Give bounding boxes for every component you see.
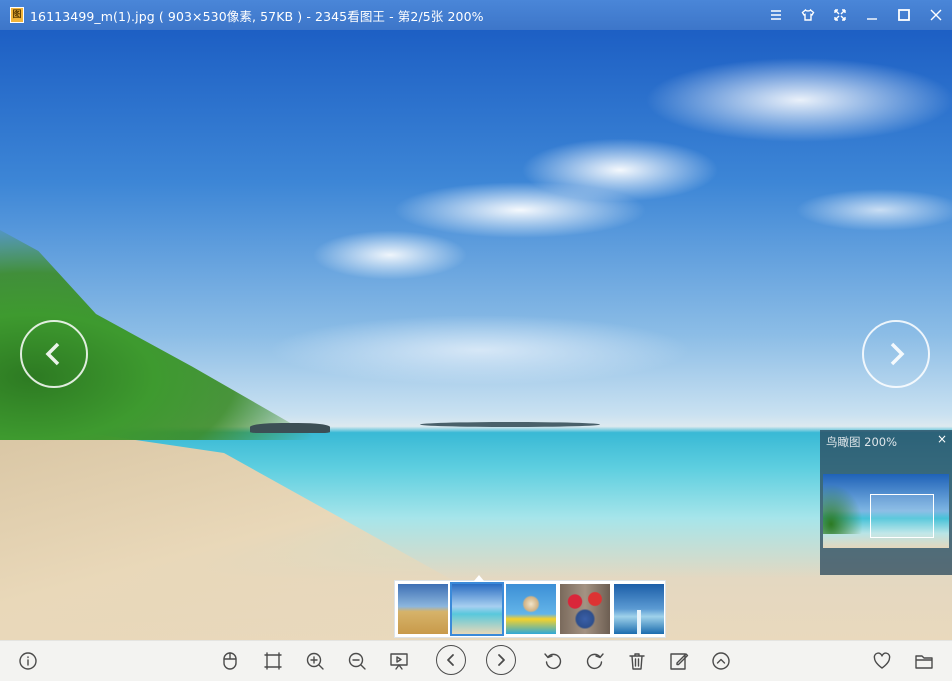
edit-icon: [670, 653, 689, 670]
chevron-left-icon: [45, 342, 60, 366]
open-folder-icon: [915, 655, 933, 669]
shore-rocks: [250, 423, 330, 433]
thumbnail-beach-selected[interactable]: [450, 582, 504, 636]
menu-icon: [771, 10, 781, 20]
title-bar: 图 16113499_m(1).jpg ( 903×530像素, 57KB ) …: [0, 0, 952, 30]
thumbnail-wheat-field[interactable]: [398, 584, 448, 634]
filmstrip: [394, 575, 666, 638]
close-button[interactable]: [920, 0, 952, 30]
favorite-icon: [873, 652, 891, 669]
slideshow-icon: [390, 653, 408, 670]
app-icon: 图: [10, 7, 24, 23]
birdseye-close-button[interactable]: ×: [937, 432, 947, 446]
zoom-out-icon: [348, 652, 366, 670]
menu-button[interactable]: [760, 0, 792, 30]
window-title: 16113499_m(1).jpg ( 903×530像素, 57KB ) - …: [30, 8, 484, 24]
slideshow-button[interactable]: [388, 650, 410, 672]
zoom-in-icon: [306, 652, 324, 670]
fullscreen-button[interactable]: [824, 0, 856, 30]
filmstrip-pointer: [474, 575, 484, 581]
next-button[interactable]: [486, 645, 516, 675]
zoom-out-button[interactable]: [346, 650, 368, 672]
info-icon: [19, 652, 37, 670]
fullscreen-icon: [834, 9, 846, 21]
birdseye-viewport-frame[interactable]: [870, 494, 934, 538]
rotate-right-icon: [586, 653, 604, 670]
chevron-right-icon: [890, 342, 905, 366]
distant-island: [420, 422, 600, 427]
next-image-button[interactable]: [862, 320, 930, 388]
bottom-toolbar: [0, 640, 952, 681]
mouse-mode-button[interactable]: [219, 650, 241, 672]
previous-icon: [447, 654, 454, 666]
window-controls: [760, 0, 952, 30]
rotate-right-button[interactable]: [584, 650, 606, 672]
birdseye-thumbnail: [823, 474, 949, 548]
more-button[interactable]: [710, 650, 732, 672]
displayed-photo: [0, 30, 952, 640]
minimize-icon: [867, 18, 877, 20]
favorite-button[interactable]: [871, 650, 893, 672]
thumbnail-dog-on-raft[interactable]: [506, 584, 556, 634]
delete-icon: [629, 653, 645, 670]
delete-button[interactable]: [626, 650, 648, 672]
thumbnail-berries[interactable]: [560, 584, 610, 634]
birdseye-title: 鸟瞰图 200%: [826, 435, 898, 449]
minimize-button[interactable]: [856, 0, 888, 30]
rotate-left-button[interactable]: [542, 650, 564, 672]
maximize-button[interactable]: [888, 0, 920, 30]
skin-icon: [801, 8, 815, 21]
fit-screen-button[interactable]: [262, 650, 284, 672]
next-icon: [498, 654, 505, 666]
thumbnail-pier[interactable]: [614, 584, 664, 634]
image-viewer[interactable]: 鸟瞰图 200% ×: [0, 30, 952, 640]
mouse-icon: [223, 652, 237, 670]
previous-button[interactable]: [436, 645, 466, 675]
zoom-in-button[interactable]: [304, 650, 326, 672]
rotate-left-icon: [544, 653, 562, 670]
previous-image-button[interactable]: [20, 320, 88, 388]
birdseye-panel[interactable]: 鸟瞰图 200% ×: [820, 430, 952, 575]
more-icon: [712, 652, 730, 670]
info-button[interactable]: [17, 650, 39, 672]
fit-screen-icon: [264, 652, 282, 670]
close-icon: [930, 9, 942, 21]
skin-button[interactable]: [792, 0, 824, 30]
open-folder-button[interactable]: [913, 650, 935, 672]
edit-button[interactable]: [668, 650, 690, 672]
maximize-icon: [898, 9, 910, 21]
